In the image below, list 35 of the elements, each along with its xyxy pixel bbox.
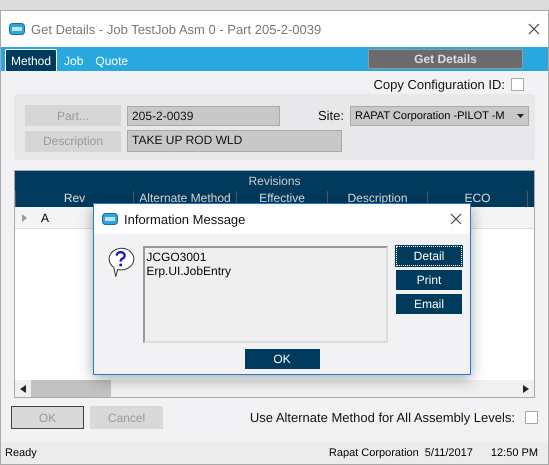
ok-button[interactable]: OK	[244, 349, 320, 369]
site-dropdown[interactable]: RAPAT Corporation -PILOT -M	[350, 106, 529, 126]
question-icon	[106, 246, 136, 278]
site-label: Site:	[318, 108, 344, 123]
close-icon[interactable]	[528, 23, 540, 35]
scroll-left-icon[interactable]	[20, 384, 26, 392]
message-line: Erp.UI.JobEntry	[146, 264, 232, 278]
tab[interactable]: Method	[5, 49, 58, 71]
close-icon[interactable]	[450, 213, 462, 225]
scroll-thumb[interactable]	[31, 380, 111, 397]
row-pointer-icon[interactable]	[22, 214, 27, 222]
message-line: JCGO3001	[146, 250, 208, 264]
alternate-method-label: Use Alternate Method for All Assembly Levels:	[250, 410, 515, 425]
part-field[interactable]: 205-2-0039	[127, 106, 280, 126]
caret-icon	[517, 114, 524, 118]
window-title: Get Details - Job TestJob Asm 0 - Part 205-2-0039	[31, 22, 322, 36]
scroll-right-icon[interactable]	[523, 384, 529, 392]
checkbox[interactable]	[525, 411, 538, 424]
status-text: Ready	[5, 447, 37, 459]
copy-configuration-label: Copy Configuration ID:	[373, 77, 505, 92]
time-text: 12:50 PM	[490, 447, 538, 459]
table-cell-text: A	[40, 210, 50, 227]
scrollbar[interactable]	[15, 380, 534, 397]
detail-button[interactable]: Detail	[396, 246, 462, 266]
get-details-button[interactable]: Get Details	[368, 49, 523, 69]
date-text: 5/11/2017	[424, 447, 473, 459]
app-icon	[9, 23, 25, 35]
app-icon	[102, 213, 118, 225]
description-field[interactable]: TAKE UP ROD WLD	[127, 130, 342, 152]
dialog-title: Information Message	[124, 212, 246, 226]
grid-title: Revisions	[15, 171, 534, 191]
email-button[interactable]: Email	[396, 294, 462, 314]
print-button[interactable]: Print	[396, 270, 462, 290]
company-text: Rapat Corporation	[328, 447, 419, 459]
checkbox[interactable]	[511, 78, 524, 91]
